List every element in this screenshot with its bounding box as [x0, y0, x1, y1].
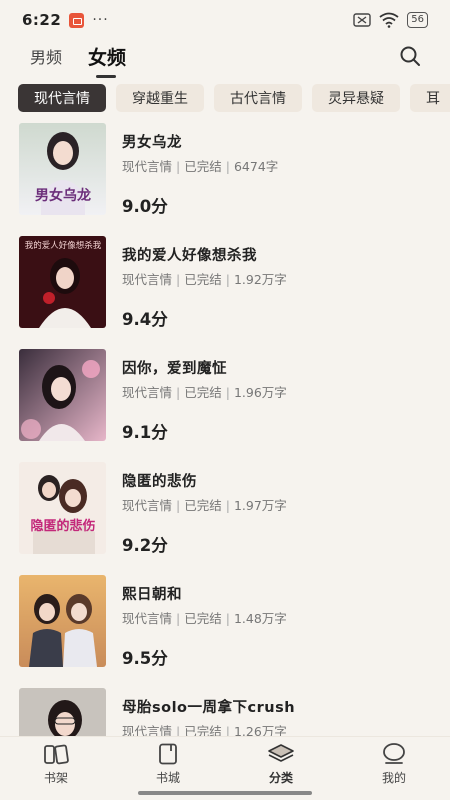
- bottom-nav-label: 分类: [268, 771, 293, 785]
- genre-filter-row: 现代言情 穿越重生 古代言情 灵异悬疑 耳: [0, 83, 450, 113]
- status-bar: 6:22 ··· 56: [0, 0, 450, 40]
- book-word-count: 1.92万字: [233, 272, 287, 287]
- bottom-nav-label: 我的: [381, 771, 406, 785]
- book-category: 现代言情: [122, 385, 173, 400]
- bottom-nav-profile[interactable]: 我的: [364, 743, 424, 786]
- book-list: 男女乌龙 男女乌龙 现代言情 | 已完结 | 6474字 9.0分 我的爱人好像想杀我 …: [0, 120, 450, 736]
- genre-chip-modern-romance[interactable]: 现代言情: [18, 84, 106, 112]
- book-cover[interactable]: [19, 575, 106, 667]
- book-score: 9.5分: [122, 649, 168, 668]
- book-word-count: 6474字: [233, 159, 279, 174]
- book-title[interactable]: 因你，爱到魔怔: [122, 357, 227, 378]
- home-indicator[interactable]: [138, 791, 312, 795]
- more-notifications-icon: ···: [92, 12, 109, 28]
- book-status: 已完结: [184, 498, 222, 513]
- book-score: 9.1分: [122, 423, 168, 442]
- genre-chip-ancient-romance[interactable]: 古代言情: [214, 84, 302, 112]
- book-cover[interactable]: [19, 349, 106, 441]
- tab-male[interactable]: 男频: [30, 44, 62, 68]
- book-category: 现代言情: [122, 498, 173, 513]
- status-time: 6:22: [22, 11, 62, 29]
- book-word-count: 1.96万字: [233, 385, 287, 400]
- book-cover[interactable]: 隐匿的悲伤: [19, 462, 106, 554]
- bottom-nav-bookstore[interactable]: 书城: [138, 743, 198, 786]
- book-meta: 现代言情 | 已完结 | 1.92万字: [122, 272, 287, 287]
- book-word-count: 1.97万字: [233, 498, 287, 513]
- bookstore-icon: [159, 743, 177, 765]
- book-score: 9.2分: [122, 536, 168, 555]
- book-item[interactable]: 我的爱人好像想杀我 我的爱人好像想杀我 现代言情 | 已完结 | 1.92万字 9.4分: [19, 236, 439, 329]
- genre-chip-partial[interactable]: 耳: [410, 84, 450, 112]
- bottom-nav-label: 书城: [155, 771, 180, 785]
- book-category: 现代言情: [122, 272, 173, 287]
- svg-text:男女乌龙: 男女乌龙: [35, 187, 91, 204]
- book-meta: 现代言情 | 已完结 | 1.96万字: [122, 385, 287, 400]
- bottom-nav-bookshelf[interactable]: 书架: [26, 743, 86, 786]
- category-icon: [268, 744, 294, 762]
- svg-text:隐匿的悲伤: 隐匿的悲伤: [30, 518, 95, 534]
- book-item[interactable]: 因你，爱到魔怔 现代言情 | 已完结 | 1.96万字 9.1分: [19, 349, 439, 442]
- genre-chip-supernatural[interactable]: 灵异悬疑: [312, 84, 400, 112]
- top-nav: 男频 女频: [0, 36, 450, 78]
- book-meta: 现代言情 | 已完结 | 6474字: [122, 159, 279, 174]
- book-category: 现代言情: [122, 159, 173, 174]
- wifi-icon: [379, 12, 399, 28]
- notification-app-icon: [69, 12, 85, 28]
- book-category: 现代言情: [122, 611, 173, 626]
- book-score: 9.0分: [122, 197, 168, 216]
- sim-blocked-icon: [353, 13, 371, 27]
- book-score: 9.4分: [122, 310, 168, 329]
- bookshelf-icon: [44, 744, 69, 765]
- bottom-nav-label: 书架: [43, 771, 68, 785]
- book-word-count: 1.26万字: [233, 724, 287, 736]
- battery-indicator: 56: [407, 12, 428, 28]
- book-title[interactable]: 男女乌龙: [122, 131, 182, 152]
- book-item[interactable]: 隐匿的悲伤 隐匿的悲伤 现代言情 | 已完结 | 1.97万字 9.2分: [19, 462, 439, 555]
- book-title[interactable]: 熙日朝和: [122, 583, 182, 604]
- book-meta: 现代言情 | 已完结 | 1.97万字: [122, 498, 287, 513]
- book-item[interactable]: 母胎solo一周拿下crush 现代言情 | 已完结 | 1.26万字: [19, 688, 439, 736]
- genre-chip-time-travel[interactable]: 穿越重生: [116, 84, 204, 112]
- book-cover[interactable]: [19, 688, 106, 736]
- book-item[interactable]: 男女乌龙 男女乌龙 现代言情 | 已完结 | 6474字 9.0分: [19, 123, 439, 216]
- book-word-count: 1.48万字: [233, 611, 287, 626]
- book-cover[interactable]: 男女乌龙: [19, 123, 106, 215]
- book-title[interactable]: 母胎solo一周拿下crush: [122, 696, 295, 717]
- tab-female[interactable]: 女频: [88, 43, 126, 78]
- book-meta: 现代言情 | 已完结 | 1.26万字: [122, 721, 287, 736]
- book-status: 已完结: [184, 385, 222, 400]
- bottom-nav-category[interactable]: 分类: [251, 743, 311, 786]
- search-icon[interactable]: [398, 44, 422, 68]
- book-title[interactable]: 隐匿的悲伤: [122, 470, 197, 491]
- book-category: 现代言情: [122, 724, 173, 736]
- book-status: 已完结: [184, 159, 222, 174]
- book-title[interactable]: 我的爱人好像想杀我: [122, 244, 257, 265]
- book-status: 已完结: [184, 724, 222, 736]
- book-cover[interactable]: 我的爱人好像想杀我: [19, 236, 106, 328]
- book-status: 已完结: [184, 272, 222, 287]
- svg-text:我的爱人好像想杀我: 我的爱人好像想杀我: [25, 240, 102, 251]
- book-item[interactable]: 熙日朝和 现代言情 | 已完结 | 1.48万字 9.5分: [19, 575, 439, 668]
- book-status: 已完结: [184, 611, 222, 626]
- book-meta: 现代言情 | 已完结 | 1.48万字: [122, 611, 287, 626]
- profile-icon: [383, 743, 405, 764]
